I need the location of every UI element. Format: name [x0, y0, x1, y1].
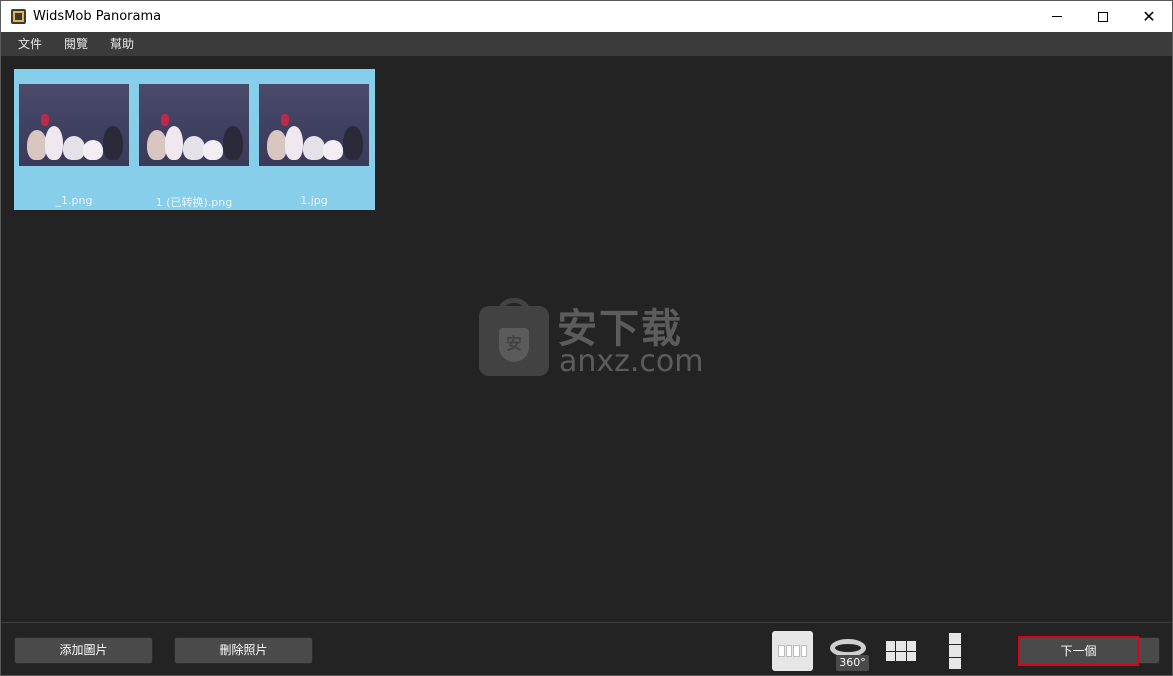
minimize-icon — [1052, 16, 1062, 17]
app-window: WidsMob Panorama ✕ 文件 閱覽 幫助 _1.png 1 (已转… — [0, 0, 1173, 676]
watermark-logo: 安 安下载 anxz.com — [479, 296, 704, 386]
vertical-panorama-icon[interactable] — [947, 631, 963, 671]
thumbnail-filename: 1 (已转换).png — [155, 196, 233, 209]
menu-help[interactable]: 幫助 — [99, 32, 145, 56]
menu-file[interactable]: 文件 — [7, 32, 53, 56]
close-icon: ✕ — [1142, 6, 1156, 26]
grid-panorama-icon[interactable] — [885, 631, 917, 671]
shield-icon: 安 — [499, 328, 529, 362]
add-image-button[interactable]: 添加圖片 — [14, 637, 153, 664]
app-icon — [11, 9, 26, 24]
thumbnail-strip[interactable]: _1.png 1 (已转换).png 1.jpg — [14, 69, 375, 210]
close-button[interactable]: ✕ — [1126, 1, 1172, 32]
maximize-icon — [1098, 11, 1108, 22]
thumbnail-item[interactable]: _1.png — [19, 84, 129, 209]
title-bar[interactable]: WidsMob Panorama ✕ — [1, 1, 1172, 32]
thumbnail-image — [259, 84, 369, 166]
workspace-canvas: _1.png 1 (已转换).png 1.jpg 安 安下载 anxz.com — [1, 56, 1172, 622]
watermark-english: anxz.com — [559, 344, 704, 379]
menu-bar: 文件 閱覽 幫助 — [1, 32, 1172, 56]
delete-photo-button[interactable]: 刪除照片 — [174, 637, 313, 664]
maximize-button[interactable] — [1080, 1, 1126, 32]
next-button[interactable]: 下一個 — [1018, 636, 1139, 666]
thumbnail-item[interactable]: 1.jpg — [259, 84, 369, 209]
thumbnail-image — [139, 84, 249, 166]
window-title: WidsMob Panorama — [33, 9, 162, 24]
shopping-bag-icon: 安 — [479, 298, 549, 376]
minimize-button[interactable] — [1034, 1, 1080, 32]
thumbnail-item[interactable]: 1 (已转换).png — [139, 84, 249, 209]
horizontal-panorama-icon[interactable] — [772, 631, 813, 671]
thumbnail-image — [19, 84, 129, 166]
360-panorama-icon[interactable]: 360° — [827, 631, 869, 671]
thumbnail-filename: 1.jpg — [300, 194, 328, 207]
bottom-toolbar: 添加圖片 刪除照片 360° 下一個 — [1, 622, 1172, 675]
mode-360-label: 360° — [836, 655, 869, 671]
thumbnail-filename: _1.png — [55, 194, 93, 207]
menu-view[interactable]: 閱覽 — [53, 32, 99, 56]
